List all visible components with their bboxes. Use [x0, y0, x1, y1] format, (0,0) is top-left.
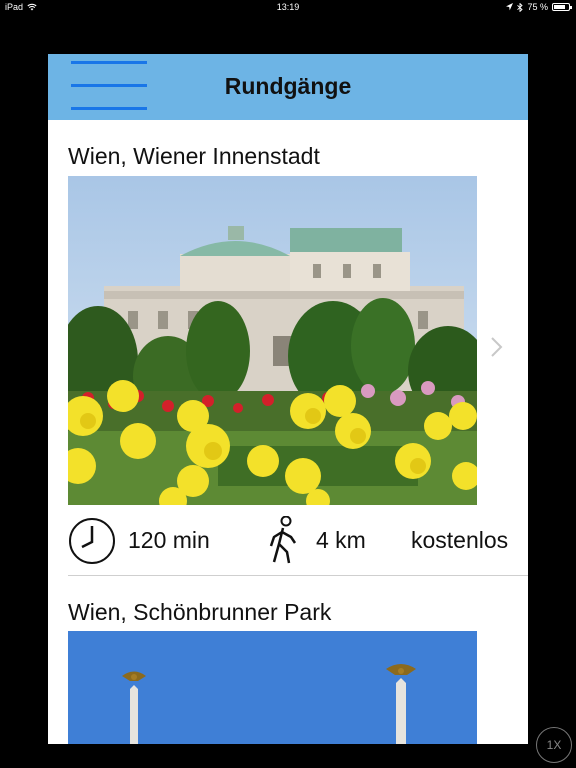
- zoom-button[interactable]: 1X: [536, 727, 572, 763]
- app-window: Rundgänge Wien, Wiener Innenstadt 120 mi…: [48, 54, 528, 744]
- navigation-bar: Rundgänge: [48, 54, 528, 120]
- tour-image[interactable]: [68, 631, 477, 744]
- bluetooth-icon: [517, 2, 524, 12]
- tour-price: kostenlos: [411, 527, 509, 553]
- walking-person-icon: [269, 516, 297, 564]
- tour-meta: 120 min 4 km kostenlos: [68, 515, 528, 565]
- tour-duration: 120 min: [128, 527, 210, 553]
- page-title: Rundgänge: [224, 73, 352, 99]
- status-bar: iPad 13:19 75 %: [0, 0, 576, 16]
- clock-icon: [69, 518, 115, 564]
- burgtheater-photo: [68, 176, 477, 505]
- clock-time: 13:19: [276, 2, 300, 12]
- chevron-right-icon[interactable]: [490, 336, 504, 358]
- battery-icon: [552, 3, 572, 11]
- location-arrow-icon: [506, 3, 514, 11]
- battery-percent: 75 %: [527, 2, 548, 12]
- divider: [68, 575, 528, 576]
- tour-distance: 4 km: [316, 527, 366, 553]
- tour-image[interactable]: [68, 176, 477, 505]
- schoenbrunn-photo: [68, 631, 477, 744]
- tour-title: Wien, Wiener Innenstadt: [68, 143, 320, 169]
- tour-title: Wien, Schönbrunner Park: [68, 599, 332, 625]
